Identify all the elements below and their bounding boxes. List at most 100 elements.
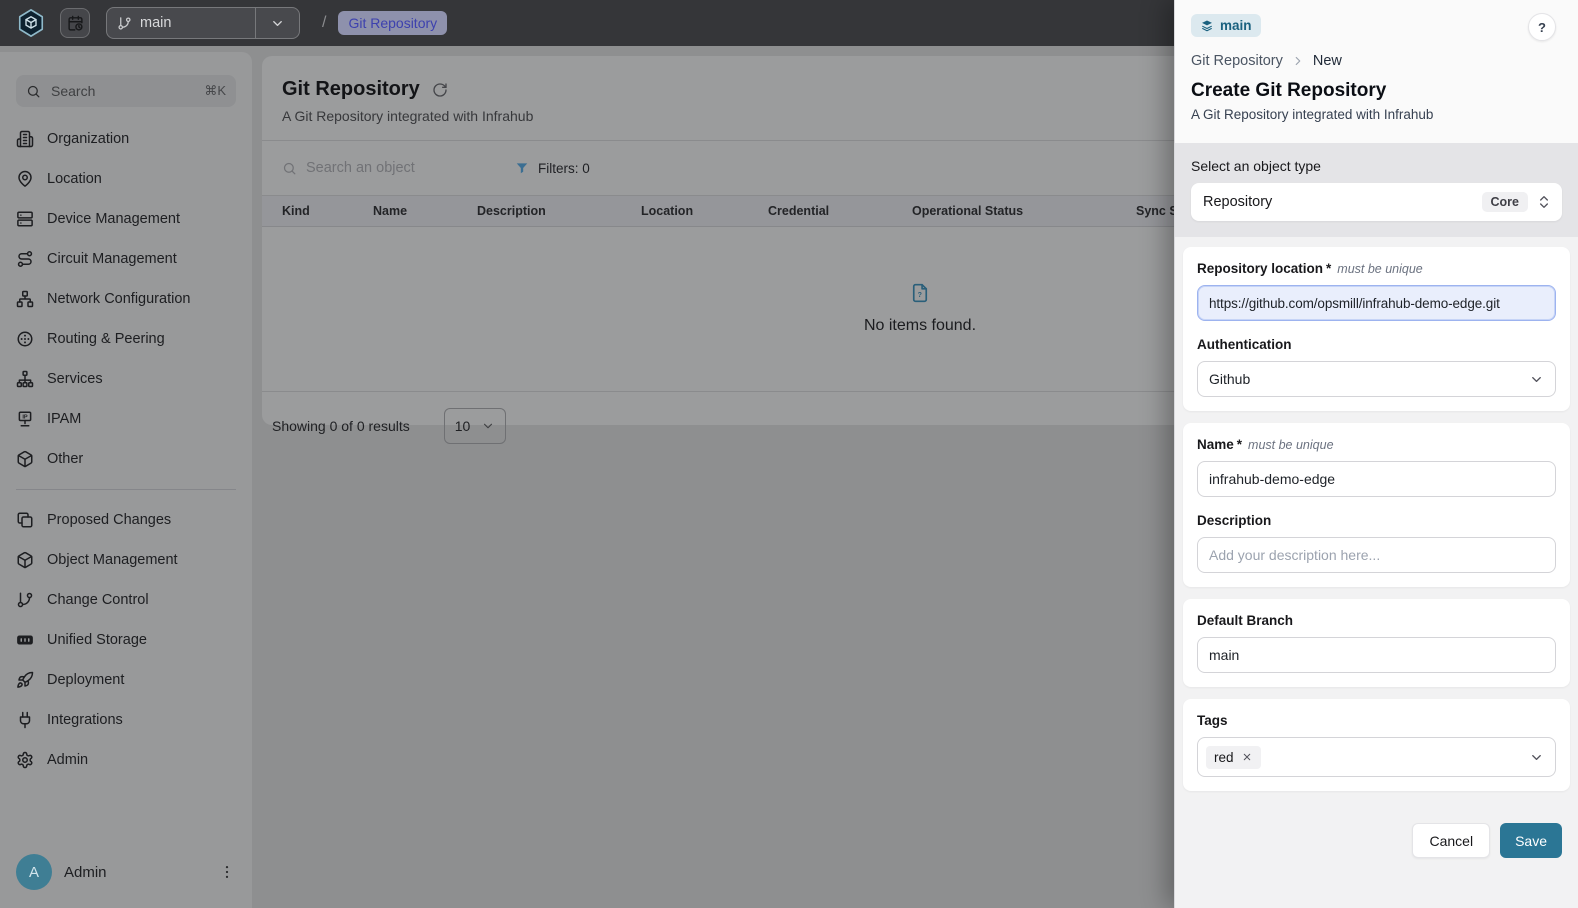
name-input[interactable]: infrahub-demo-edge <box>1197 461 1556 497</box>
tags-card: Tags red <box>1183 699 1570 791</box>
sidebar-item-admin[interactable]: Admin <box>0 740 252 780</box>
authentication-select[interactable]: Github <box>1197 361 1556 397</box>
sidebar-item-services[interactable]: Services <box>0 359 252 399</box>
refresh-icon[interactable] <box>432 82 448 98</box>
sidebar-divider <box>16 489 236 490</box>
sidebar-item-label: Proposed Changes <box>47 512 171 528</box>
drawer-breadcrumb-parent[interactable]: Git Repository <box>1191 53 1283 69</box>
sidebar-item-label: Services <box>47 371 103 387</box>
funnel-icon <box>515 161 529 175</box>
sidebar-item-label: IPAM <box>47 411 81 427</box>
user-name: Admin <box>64 864 218 881</box>
page-title: Git Repository <box>282 78 420 101</box>
sidebar-item-other[interactable]: Other <box>0 439 252 479</box>
sidebar-item-label: Network Configuration <box>47 291 190 307</box>
sidebar-item-deployment[interactable]: Deployment <box>0 660 252 700</box>
default-branch-card: Default Branch main <box>1183 599 1570 687</box>
building-icon <box>16 130 34 148</box>
sidebar-item-label: Object Management <box>47 552 178 568</box>
help-button[interactable]: ? <box>1528 13 1556 41</box>
file-question-icon: ? <box>910 283 930 303</box>
ipam-icon: IP <box>16 410 34 428</box>
drawer-branch-badge: main <box>1191 14 1261 37</box>
user-row: A Admin <box>16 854 236 890</box>
filters-button[interactable]: Filters: 0 <box>515 161 590 176</box>
column-header-credential: Credential <box>768 204 912 218</box>
tag-chip-red: red <box>1206 746 1261 769</box>
time-travel-button[interactable] <box>60 8 90 38</box>
required-marker: * <box>1237 437 1242 452</box>
git-branch-icon <box>16 591 34 609</box>
drawer-breadcrumb: Git Repository New <box>1191 53 1562 69</box>
required-marker: * <box>1326 261 1331 276</box>
sidebar-item-label: Integrations <box>47 712 123 728</box>
chevron-down-icon <box>270 16 285 31</box>
core-badge: Core <box>1482 192 1528 212</box>
sidebar-item-label: Circuit Management <box>47 251 177 267</box>
drawer-subtitle: A Git Repository integrated with Infrahu… <box>1191 107 1562 122</box>
sidebar-item-change-control[interactable]: Change Control <box>0 580 252 620</box>
object-type-select[interactable]: Repository Core <box>1191 183 1562 221</box>
sidebar: Search ⌘K OrganizationLocationDevice Man… <box>0 52 252 908</box>
object-search-placeholder: Search an object <box>306 160 415 176</box>
rocket-icon <box>16 671 34 689</box>
network-icon <box>16 290 34 308</box>
authentication-label: Authentication <box>1197 337 1292 352</box>
tag-chip-label: red <box>1214 750 1234 765</box>
object-type-section: Select an object type Repository Core <box>1175 143 1578 237</box>
sidebar-item-circuit-management[interactable]: Circuit Management <box>0 239 252 279</box>
repository-location-input[interactable]: https://github.com/opsmill/infrahub-demo… <box>1197 285 1556 321</box>
column-header-kind: Kind <box>282 204 373 218</box>
save-button[interactable]: Save <box>1500 823 1562 858</box>
sidebar-item-location[interactable]: Location <box>0 159 252 199</box>
description-label: Description <box>1197 513 1271 528</box>
branch-selector-expand[interactable] <box>255 8 299 38</box>
cube-icon <box>16 551 34 569</box>
svg-text:?: ? <box>918 291 922 299</box>
sidebar-search[interactable]: Search ⌘K <box>16 75 236 107</box>
location-hint: must be unique <box>1337 262 1422 276</box>
sidebar-item-object-management[interactable]: Object Management <box>0 540 252 580</box>
plug-icon <box>16 711 34 729</box>
drawer-title: Create Git Repository <box>1191 80 1562 102</box>
object-search-input[interactable]: Search an object <box>282 160 497 176</box>
calendar-clock-icon <box>67 15 84 32</box>
sidebar-item-label: Deployment <box>47 672 124 688</box>
avatar[interactable]: A <box>16 854 52 890</box>
sidebar-item-proposed-changes[interactable]: Proposed Changes <box>0 500 252 540</box>
sidebar-item-device-management[interactable]: Device Management <box>0 199 252 239</box>
branch-selector[interactable]: main <box>106 7 300 39</box>
tags-select[interactable]: red <box>1197 737 1556 777</box>
sidebar-item-label: Change Control <box>47 592 149 608</box>
branch-name: main <box>140 15 255 31</box>
sidebar-item-routing-peering[interactable]: Routing & Peering <box>0 319 252 359</box>
page-size-select[interactable]: 10 <box>444 408 506 444</box>
sidebar-item-organization[interactable]: Organization <box>0 119 252 159</box>
svg-text:IP: IP <box>22 414 28 420</box>
sidebar-item-integrations[interactable]: Integrations <box>0 700 252 740</box>
cancel-button[interactable]: Cancel <box>1412 823 1490 858</box>
sidebar-item-unified-storage[interactable]: Unified Storage <box>0 620 252 660</box>
remove-tag-icon[interactable] <box>1241 751 1253 763</box>
sidebar-item-network-configuration[interactable]: Network Configuration <box>0 279 252 319</box>
sidebar-item-label: Unified Storage <box>47 632 147 648</box>
kebab-menu-icon[interactable] <box>218 863 236 881</box>
column-header-name: Name <box>373 204 477 218</box>
route-icon <box>16 250 34 268</box>
sidebar-item-label: Routing & Peering <box>47 331 165 347</box>
description-input[interactable]: Add your description here... <box>1197 537 1556 573</box>
sidebar-item-ipam[interactable]: IP IPAM <box>0 399 252 439</box>
infrahub-logo-icon[interactable] <box>16 8 46 38</box>
server-icon <box>16 210 34 228</box>
breadcrumb-git-repository[interactable]: Git Repository <box>338 11 447 35</box>
search-icon <box>26 84 41 99</box>
object-type-label: Select an object type <box>1191 158 1562 174</box>
location-label: Repository location <box>1197 261 1323 276</box>
git-branch-icon <box>117 16 132 31</box>
gear-icon <box>16 751 34 769</box>
chevron-down-icon <box>1529 372 1544 387</box>
filters-label: Filters: 0 <box>538 161 590 176</box>
search-icon <box>282 161 297 176</box>
sidebar-search-label: Search <box>51 83 204 99</box>
default-branch-input[interactable]: main <box>1197 637 1556 673</box>
